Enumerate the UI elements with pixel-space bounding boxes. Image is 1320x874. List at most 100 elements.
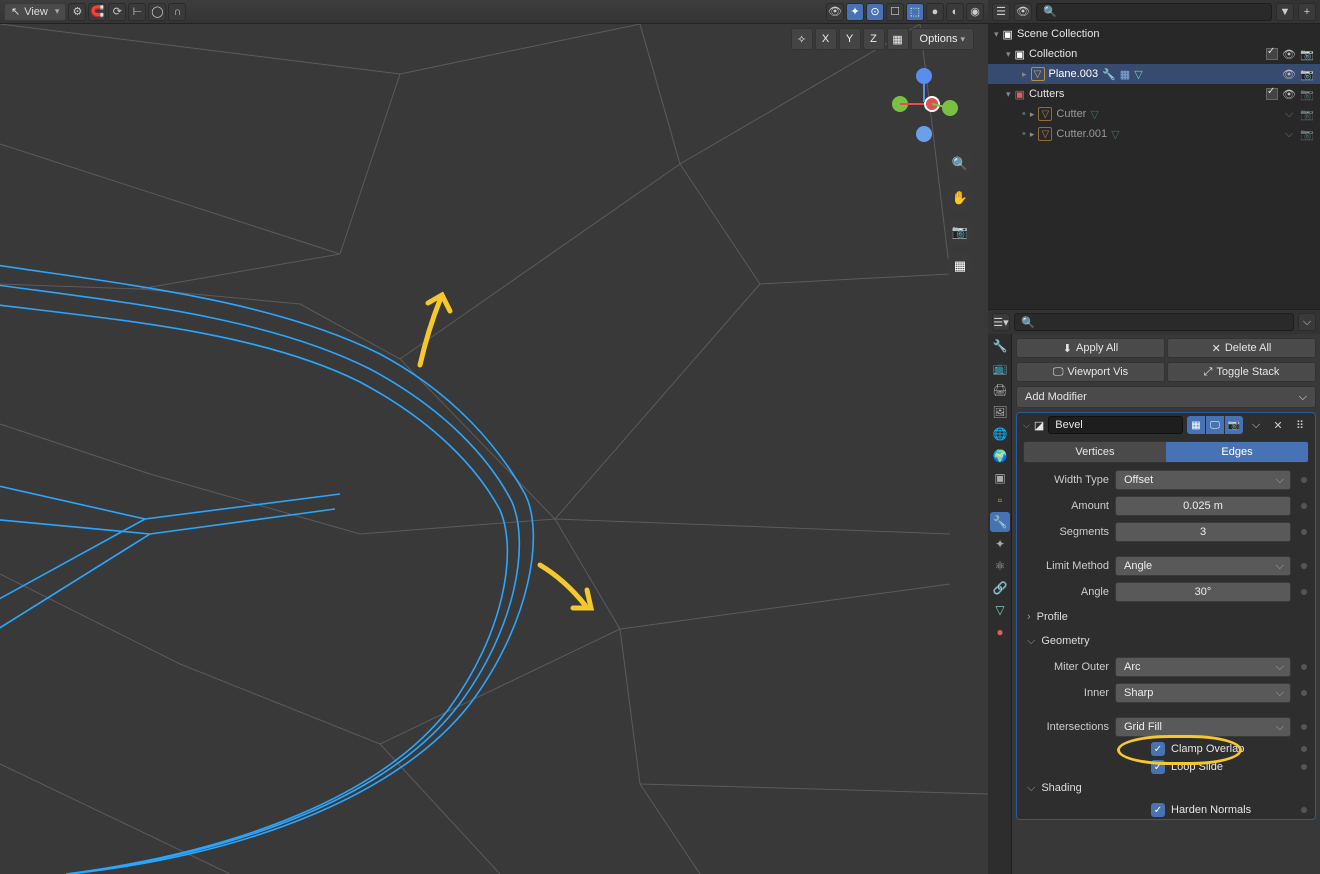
new-collection-icon[interactable]: + — [1298, 3, 1316, 21]
cutters-collection-row[interactable]: ▾▣ Cutters 👁📷 — [988, 84, 1320, 104]
prop-options-icon[interactable]: ⌵ — [1298, 313, 1316, 331]
profile-section-header[interactable]: Profile — [1017, 605, 1315, 629]
navigation-gizmo[interactable] — [884, 70, 964, 150]
inner-dropdown[interactable]: Sharp — [1115, 683, 1291, 703]
shading-preview-icon[interactable]: ◐ — [946, 3, 964, 21]
perspective-icon[interactable]: ▦ — [946, 252, 974, 280]
render-icon[interactable]: 📷 — [1300, 88, 1314, 101]
tab-render[interactable]: 📺 — [990, 358, 1010, 378]
proportional-icon[interactable]: ◯ — [148, 3, 166, 21]
keyframe-dot[interactable] — [1301, 690, 1307, 696]
add-modifier-button[interactable]: Add Modifier⌵ — [1016, 386, 1316, 408]
shading-wire-icon[interactable]: ⬚ — [906, 3, 924, 21]
geometry-section-header[interactable]: Geometry — [1017, 629, 1315, 654]
cutter-row[interactable]: • ▸▽ Cutter ▽ ⌵📷 — [988, 104, 1320, 124]
modifier-drag-icon[interactable]: ⠿ — [1291, 416, 1309, 434]
tab-output[interactable]: 🖨 — [990, 380, 1010, 400]
axis-y-button[interactable]: Y — [839, 28, 861, 50]
curve-icon[interactable]: ∩ — [168, 3, 186, 21]
angle-field[interactable]: 30° — [1115, 582, 1291, 602]
modifier-menu-icon[interactable]: ⌵ — [1247, 416, 1265, 434]
realtime-toggle[interactable]: 🖵 — [1206, 416, 1224, 434]
cutter001-row[interactable]: • ▸▽ Cutter.001 ▽ ⌵📷 — [988, 124, 1320, 144]
tab-data[interactable]: ▽ — [990, 600, 1010, 620]
outliner-search[interactable]: 🔍 — [1036, 3, 1272, 21]
viewport-vis-button[interactable]: 🖵 Viewport Vis — [1016, 362, 1165, 382]
render-icon[interactable]: 📷 — [1300, 108, 1314, 121]
visibility-icon[interactable]: 👁 — [1282, 88, 1296, 101]
width-type-dropdown[interactable]: Offset — [1115, 470, 1291, 490]
keyframe-dot[interactable] — [1301, 563, 1307, 569]
gizmo-icon[interactable]: ✦ — [846, 3, 864, 21]
keyframe-dot[interactable] — [1301, 477, 1307, 483]
amount-field[interactable]: 0.025 m — [1115, 496, 1291, 516]
eye-icon[interactable]: 👁 — [826, 3, 844, 21]
delete-all-button[interactable]: ✕ Delete All — [1167, 338, 1316, 358]
tab-collection[interactable]: ▣ — [990, 468, 1010, 488]
options-menu[interactable]: Options — [911, 28, 974, 50]
tab-material[interactable]: ● — [990, 622, 1010, 642]
scene-collection-row[interactable]: ▾▣ Scene Collection — [988, 24, 1320, 44]
keyframe-dot[interactable] — [1301, 589, 1307, 595]
tab-physics[interactable]: ⚛ — [990, 556, 1010, 576]
overlay-icon[interactable]: ⊙ — [866, 3, 884, 21]
keyframe-dot[interactable] — [1301, 807, 1307, 813]
outliner-tree[interactable]: ▾▣ Scene Collection ▾▣ Collection 👁📷 ▸▽ … — [988, 24, 1320, 309]
tab-viewlayer[interactable]: 🖼 — [990, 402, 1010, 422]
snap-icon[interactable]: 🧲 — [88, 3, 106, 21]
xray-icon[interactable]: ☐ — [886, 3, 904, 21]
keyframe-dot[interactable] — [1301, 764, 1307, 770]
keyframe-dot[interactable] — [1301, 503, 1307, 509]
enable-checkbox[interactable] — [1266, 88, 1278, 100]
filter-icon[interactable]: ▼ — [1276, 3, 1294, 21]
visibility-icon[interactable]: ⌵ — [1282, 108, 1296, 121]
render-icon[interactable]: 📷 — [1300, 48, 1314, 61]
visibility-icon[interactable]: 👁 — [1282, 68, 1296, 81]
butterfly-icon[interactable]: ✧ — [791, 28, 813, 50]
prop-menu-icon[interactable]: ☰▾ — [992, 313, 1010, 331]
tab-world[interactable]: 🌍 — [990, 446, 1010, 466]
measure-icon[interactable]: ⊢ — [128, 3, 146, 21]
pan-icon[interactable]: ✋ — [946, 184, 974, 212]
camera-icon[interactable]: 📷 — [946, 218, 974, 246]
view-menu[interactable]: ↖ View — [4, 3, 66, 21]
miter-outer-dropdown[interactable]: Arc — [1115, 657, 1291, 677]
modifier-delete-icon[interactable]: ✕ — [1269, 416, 1287, 434]
keyframe-dot[interactable] — [1301, 664, 1307, 670]
axis-z-button[interactable]: Z — [863, 28, 885, 50]
plane-object-row[interactable]: ▸▽ Plane.003 🔧▦▽ 👁📷 — [988, 64, 1320, 84]
prop-edit-icon[interactable]: ⟳ — [108, 3, 126, 21]
tab-constraints[interactable]: 🔗 — [990, 578, 1010, 598]
modifier-name-field[interactable]: Bevel — [1048, 416, 1183, 434]
render-icon[interactable]: 📷 — [1300, 68, 1314, 81]
pivot-icon[interactable]: ⚙ — [68, 3, 86, 21]
collapse-icon[interactable]: ⌵ — [1023, 420, 1030, 431]
keyframe-dot[interactable] — [1301, 529, 1307, 535]
properties-search[interactable]: 🔍 — [1014, 313, 1294, 331]
shading-solid-icon[interactable]: ● — [926, 3, 944, 21]
shading-rendered-icon[interactable]: ◉ — [966, 3, 984, 21]
keyframe-dot[interactable] — [1301, 724, 1307, 730]
apply-all-button[interactable]: ⬇ Apply All — [1016, 338, 1165, 358]
render-icon[interactable]: 📷 — [1300, 128, 1314, 141]
shading-section-header[interactable]: Shading — [1017, 776, 1315, 801]
axis-x-button[interactable]: X — [815, 28, 837, 50]
visibility-icon[interactable]: ⌵ — [1282, 128, 1296, 141]
loop-slide-checkbox[interactable]: ✓ — [1151, 760, 1165, 774]
tab-scene[interactable]: 🌐 — [990, 424, 1010, 444]
display-mode-icon[interactable]: ☰ — [992, 3, 1010, 21]
enable-checkbox[interactable] — [1266, 48, 1278, 60]
keyframe-dot[interactable] — [1301, 746, 1307, 752]
edit-mode-toggle[interactable]: ▦ — [1187, 416, 1205, 434]
harden-normals-checkbox[interactable]: ✓ — [1151, 803, 1165, 817]
viewport[interactable]: ↖ View ⚙ 🧲 ⟳ ⊢ ◯ ∩ 👁 ✦ ⊙ ☐ ⬚ ● ◐ ◉ — [0, 0, 988, 874]
limit-method-dropdown[interactable]: Angle — [1115, 556, 1291, 576]
grid-icon[interactable]: ▦ — [887, 28, 909, 50]
render-toggle[interactable]: 📷 — [1225, 416, 1243, 434]
zoom-icon[interactable]: 🔍 — [946, 150, 974, 178]
segments-field[interactable]: 3 — [1115, 522, 1291, 542]
clamp-overlap-checkbox[interactable]: ✓ — [1151, 742, 1165, 756]
visibility-icon[interactable]: 👁 — [1282, 48, 1296, 61]
collection-row[interactable]: ▾▣ Collection 👁📷 — [988, 44, 1320, 64]
tab-particles[interactable]: ✦ — [990, 534, 1010, 554]
